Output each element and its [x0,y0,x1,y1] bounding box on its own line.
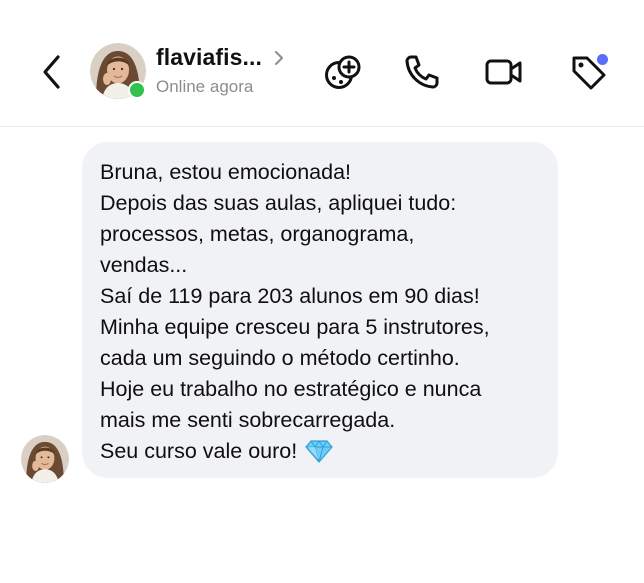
tag-button[interactable] [569,52,609,92]
message-line: Depois das suas aulas, apliquei tudo: [100,191,457,215]
phone-icon [405,55,439,89]
games-button[interactable] [323,52,363,92]
message-line: Saí de 119 para 203 alunos em 90 dias! [100,284,480,308]
call-button[interactable] [402,52,442,92]
message-line: Seu curso vale ouro! [100,439,298,463]
chevron-right-icon [275,50,284,65]
chat-header: flaviafis... Online agora [0,0,644,127]
message-line: mais me senti sobrecarregada. [100,408,396,432]
back-button[interactable] [36,52,70,92]
contact-name: flaviafis... [156,44,263,70]
contact-name-link[interactable]: flaviafis... [156,44,286,71]
message-line: vendas... [100,253,188,277]
chevron-left-icon [43,55,60,89]
video-camera-icon [485,59,522,85]
message-last-line: Seu curso vale ouro! [100,436,540,467]
online-status: Online agora [156,77,254,96]
message-line: Bruna, estou emocionada! [100,160,351,184]
video-call-button[interactable] [484,52,524,92]
notification-dot [597,54,608,65]
message-line: Hoje eu trabalho no estratégico e nunca [100,377,482,401]
gem-emoji [305,440,333,463]
message-line: Minha equipe cresceu para 5 instrutores, [100,315,490,339]
contact-avatar[interactable] [90,43,146,99]
online-indicator [128,81,146,99]
message-line: processos, metas, organograma, [100,222,415,246]
message-bubble[interactable]: Bruna, estou emocionada! Depois das suas… [82,142,558,478]
avatar-photo [21,435,69,483]
message-line: cada um seguindo o método certinho. [100,346,460,370]
game-controller-icon [325,55,361,89]
sender-avatar[interactable] [21,435,69,483]
